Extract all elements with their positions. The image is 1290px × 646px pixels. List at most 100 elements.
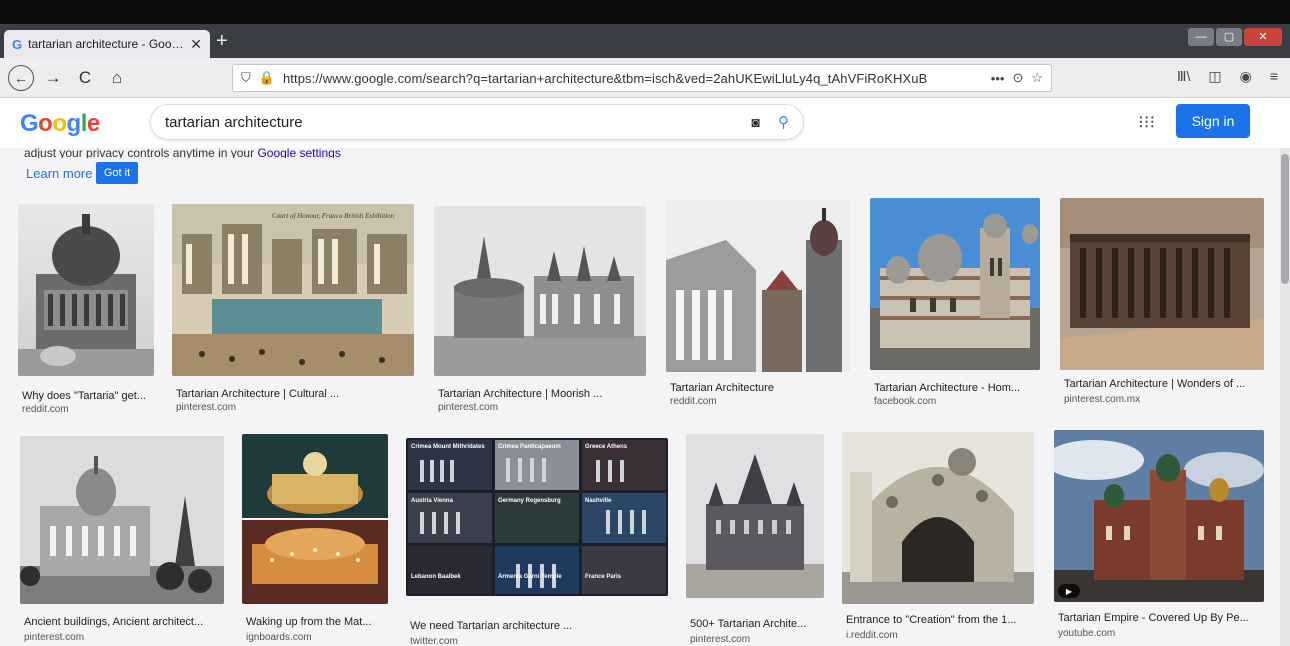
google-logo[interactable]: Google — [20, 110, 100, 138]
collage-label: Greece Athens — [585, 444, 628, 450]
lock-icon[interactable]: 🔒 — [259, 70, 275, 86]
search-icon[interactable]: ⚲ — [778, 113, 789, 131]
result-image[interactable] — [434, 206, 646, 376]
result-image[interactable] — [18, 204, 154, 376]
collage-label: Nashville — [585, 498, 612, 504]
forward-icon[interactable]: → — [40, 65, 66, 91]
result-image[interactable] — [666, 200, 850, 372]
tab-google-search[interactable]: G tartarian architecture - Google ✕ — [4, 30, 210, 58]
result-caption[interactable]: Tartarian Empire - Covered Up By Pe... — [1058, 612, 1249, 624]
collage-label: France Paris — [585, 574, 622, 580]
result-image[interactable]: Court of Honour, Franco British Exhibiti… — [172, 204, 414, 376]
library-icon[interactable]: Ⅲ\ — [1177, 68, 1191, 85]
tab-strip: G tartarian architecture - Google ✕ + — … — [0, 24, 1290, 58]
court-of-honour-label: Court of Honour, Franco British Exhibiti… — [272, 212, 395, 220]
result-source[interactable]: reddit.com — [22, 404, 69, 415]
result-source[interactable]: reddit.com — [670, 396, 717, 407]
result-image[interactable] — [1060, 198, 1264, 370]
result-image[interactable]: Crimea Mount Mithridates Crimea Panticap… — [406, 438, 668, 596]
privacy-notice-text: adjust your privacy controls anytime in … — [24, 148, 258, 158]
result-4[interactable]: Tartarian Architecture reddit.com — [666, 200, 852, 420]
collage-label: Lebanon Baalbek — [411, 574, 461, 580]
result-2[interactable]: Court of Honour, Franco British Exhibiti… — [172, 204, 416, 418]
result-caption[interactable]: Why does "Tartaria" get... — [22, 390, 146, 402]
sidebar-icon[interactable]: ◫ — [1208, 68, 1221, 85]
home-icon[interactable]: ⌂ — [104, 65, 130, 91]
scrollbar-thumb[interactable] — [1281, 154, 1289, 284]
menu-icon[interactable]: ≡ — [1270, 68, 1278, 85]
result-caption[interactable]: Tartarian Architecture | Moorish ... — [438, 388, 602, 400]
learn-more-link[interactable]: Learn more — [26, 166, 92, 181]
result-3[interactable]: Tartarian Architecture | Moorish ... pin… — [434, 206, 648, 420]
reload-icon[interactable]: C — [72, 65, 98, 91]
new-tab-icon[interactable]: + — [216, 30, 228, 52]
result-source[interactable]: youtube.com — [1058, 628, 1115, 639]
result-image[interactable] — [686, 434, 824, 598]
collage-label: Austria Vienna — [411, 498, 454, 504]
result-source[interactable]: pinterest.com — [176, 402, 236, 413]
result-6[interactable]: Tartarian Architecture | Wonders of ... … — [1060, 198, 1266, 418]
result-image[interactable]: ▶ — [1054, 430, 1264, 602]
result-source[interactable]: pinterest.com — [438, 402, 498, 413]
result-caption[interactable]: We need Tartarian architecture ... — [410, 620, 572, 632]
url-text[interactable]: https://www.google.com/search?q=tartaria… — [283, 71, 983, 86]
result-caption[interactable]: Entrance to "Creation" from the 1... — [846, 614, 1016, 626]
collage-label: Crimea Mount Mithridates — [411, 444, 485, 450]
result-source[interactable]: ignboards.com — [246, 632, 312, 643]
tab-title: tartarian architecture - Google — [28, 37, 185, 51]
collage-label: Crimea Panticapaeum — [498, 444, 561, 450]
result-source[interactable]: pinterest.com.mx — [1064, 394, 1140, 405]
collage-label: Germany Regensburg — [498, 498, 561, 504]
result-caption[interactable]: Tartarian Architecture | Wonders of ... — [1064, 378, 1245, 390]
maximize-icon[interactable]: ▢ — [1216, 28, 1242, 46]
result-source[interactable]: facebook.com — [874, 396, 936, 407]
back-icon[interactable]: ← — [8, 64, 34, 91]
result-caption[interactable]: Ancient buildings, Ancient architect... — [24, 616, 203, 628]
result-caption[interactable]: Tartarian Architecture — [670, 382, 774, 394]
result-9[interactable]: Crimea Mount Mithridates Crimea Panticap… — [406, 438, 670, 646]
address-bar[interactable]: ⛉ 🔒 https://www.google.com/search?q=tart… — [232, 64, 1052, 92]
google-settings-link[interactable]: Google settings — [257, 148, 340, 158]
bookmark-star-icon[interactable]: ☆ — [1031, 70, 1043, 86]
result-image[interactable] — [20, 436, 224, 604]
result-11[interactable]: Entrance to "Creation" from the 1... i.r… — [842, 432, 1036, 646]
result-10[interactable]: 500+ Tartarian Archite... pinterest.com — [686, 434, 826, 646]
result-caption[interactable]: Tartarian Architecture - Hom... — [874, 382, 1020, 394]
result-caption[interactable]: Tartarian Architecture | Cultural ... — [176, 388, 339, 400]
result-source[interactable]: i.reddit.com — [846, 630, 898, 641]
sign-in-button[interactable]: Sign in — [1176, 104, 1250, 138]
result-image[interactable] — [870, 198, 1040, 370]
more-actions-icon[interactable]: ••• — [991, 71, 1005, 86]
result-source[interactable]: pinterest.com — [690, 634, 750, 645]
browser-window: G tartarian architecture - Google ✕ + — … — [0, 24, 1290, 646]
window-controls: — ▢ ✕ — [1188, 28, 1282, 46]
result-caption[interactable]: Waking up from the Mat... — [246, 616, 372, 628]
result-caption[interactable]: 500+ Tartarian Archite... — [690, 618, 806, 630]
camera-icon[interactable]: ◙ — [752, 114, 760, 130]
tab-close-icon[interactable]: ✕ — [190, 36, 202, 53]
result-image[interactable] — [842, 432, 1034, 604]
result-8[interactable]: Waking up from the Mat... ignboards.com — [242, 434, 390, 646]
result-7[interactable]: Ancient buildings, Ancient architect... … — [20, 436, 226, 646]
result-5[interactable]: Tartarian Architecture - Hom... facebook… — [870, 198, 1042, 418]
apps-grid-icon[interactable]: ⁝⁝⁝ — [1138, 112, 1155, 133]
shield-icon[interactable]: ⛉ — [241, 70, 251, 86]
result-12[interactable]: ▶ Tartarian Empire - Covered Up By Pe...… — [1054, 430, 1266, 646]
minimize-icon[interactable]: — — [1188, 28, 1214, 46]
result-image[interactable] — [242, 434, 388, 604]
account-icon[interactable]: ◉ — [1240, 68, 1252, 85]
pocket-icon[interactable]: ⊙ — [1012, 70, 1023, 86]
result-source[interactable]: twitter.com — [410, 636, 458, 646]
google-header: Google tartarian architecture ◙ ⚲ ⁝⁝⁝ Si… — [0, 98, 1290, 148]
result-1[interactable]: Why does "Tartaria" get... reddit.com — [18, 204, 158, 418]
navigation-toolbar: ← → C ⌂ ⛉ 🔒 https://www.google.com/searc… — [0, 58, 1290, 98]
window-close-icon[interactable]: ✕ — [1244, 28, 1282, 46]
search-input[interactable]: tartarian architecture — [165, 114, 752, 131]
google-favicon-icon: G — [12, 36, 23, 52]
collage-label: Armenia Garni Temple — [498, 574, 562, 580]
result-source[interactable]: pinterest.com — [24, 632, 84, 643]
toolbar-right: Ⅲ\ ◫ ◉ ≡ — [1177, 68, 1278, 85]
video-play-icon[interactable]: ▶ — [1058, 584, 1080, 598]
search-box[interactable]: tartarian architecture ◙ ⚲ — [150, 104, 804, 140]
got-it-button[interactable]: Got it — [96, 162, 138, 184]
